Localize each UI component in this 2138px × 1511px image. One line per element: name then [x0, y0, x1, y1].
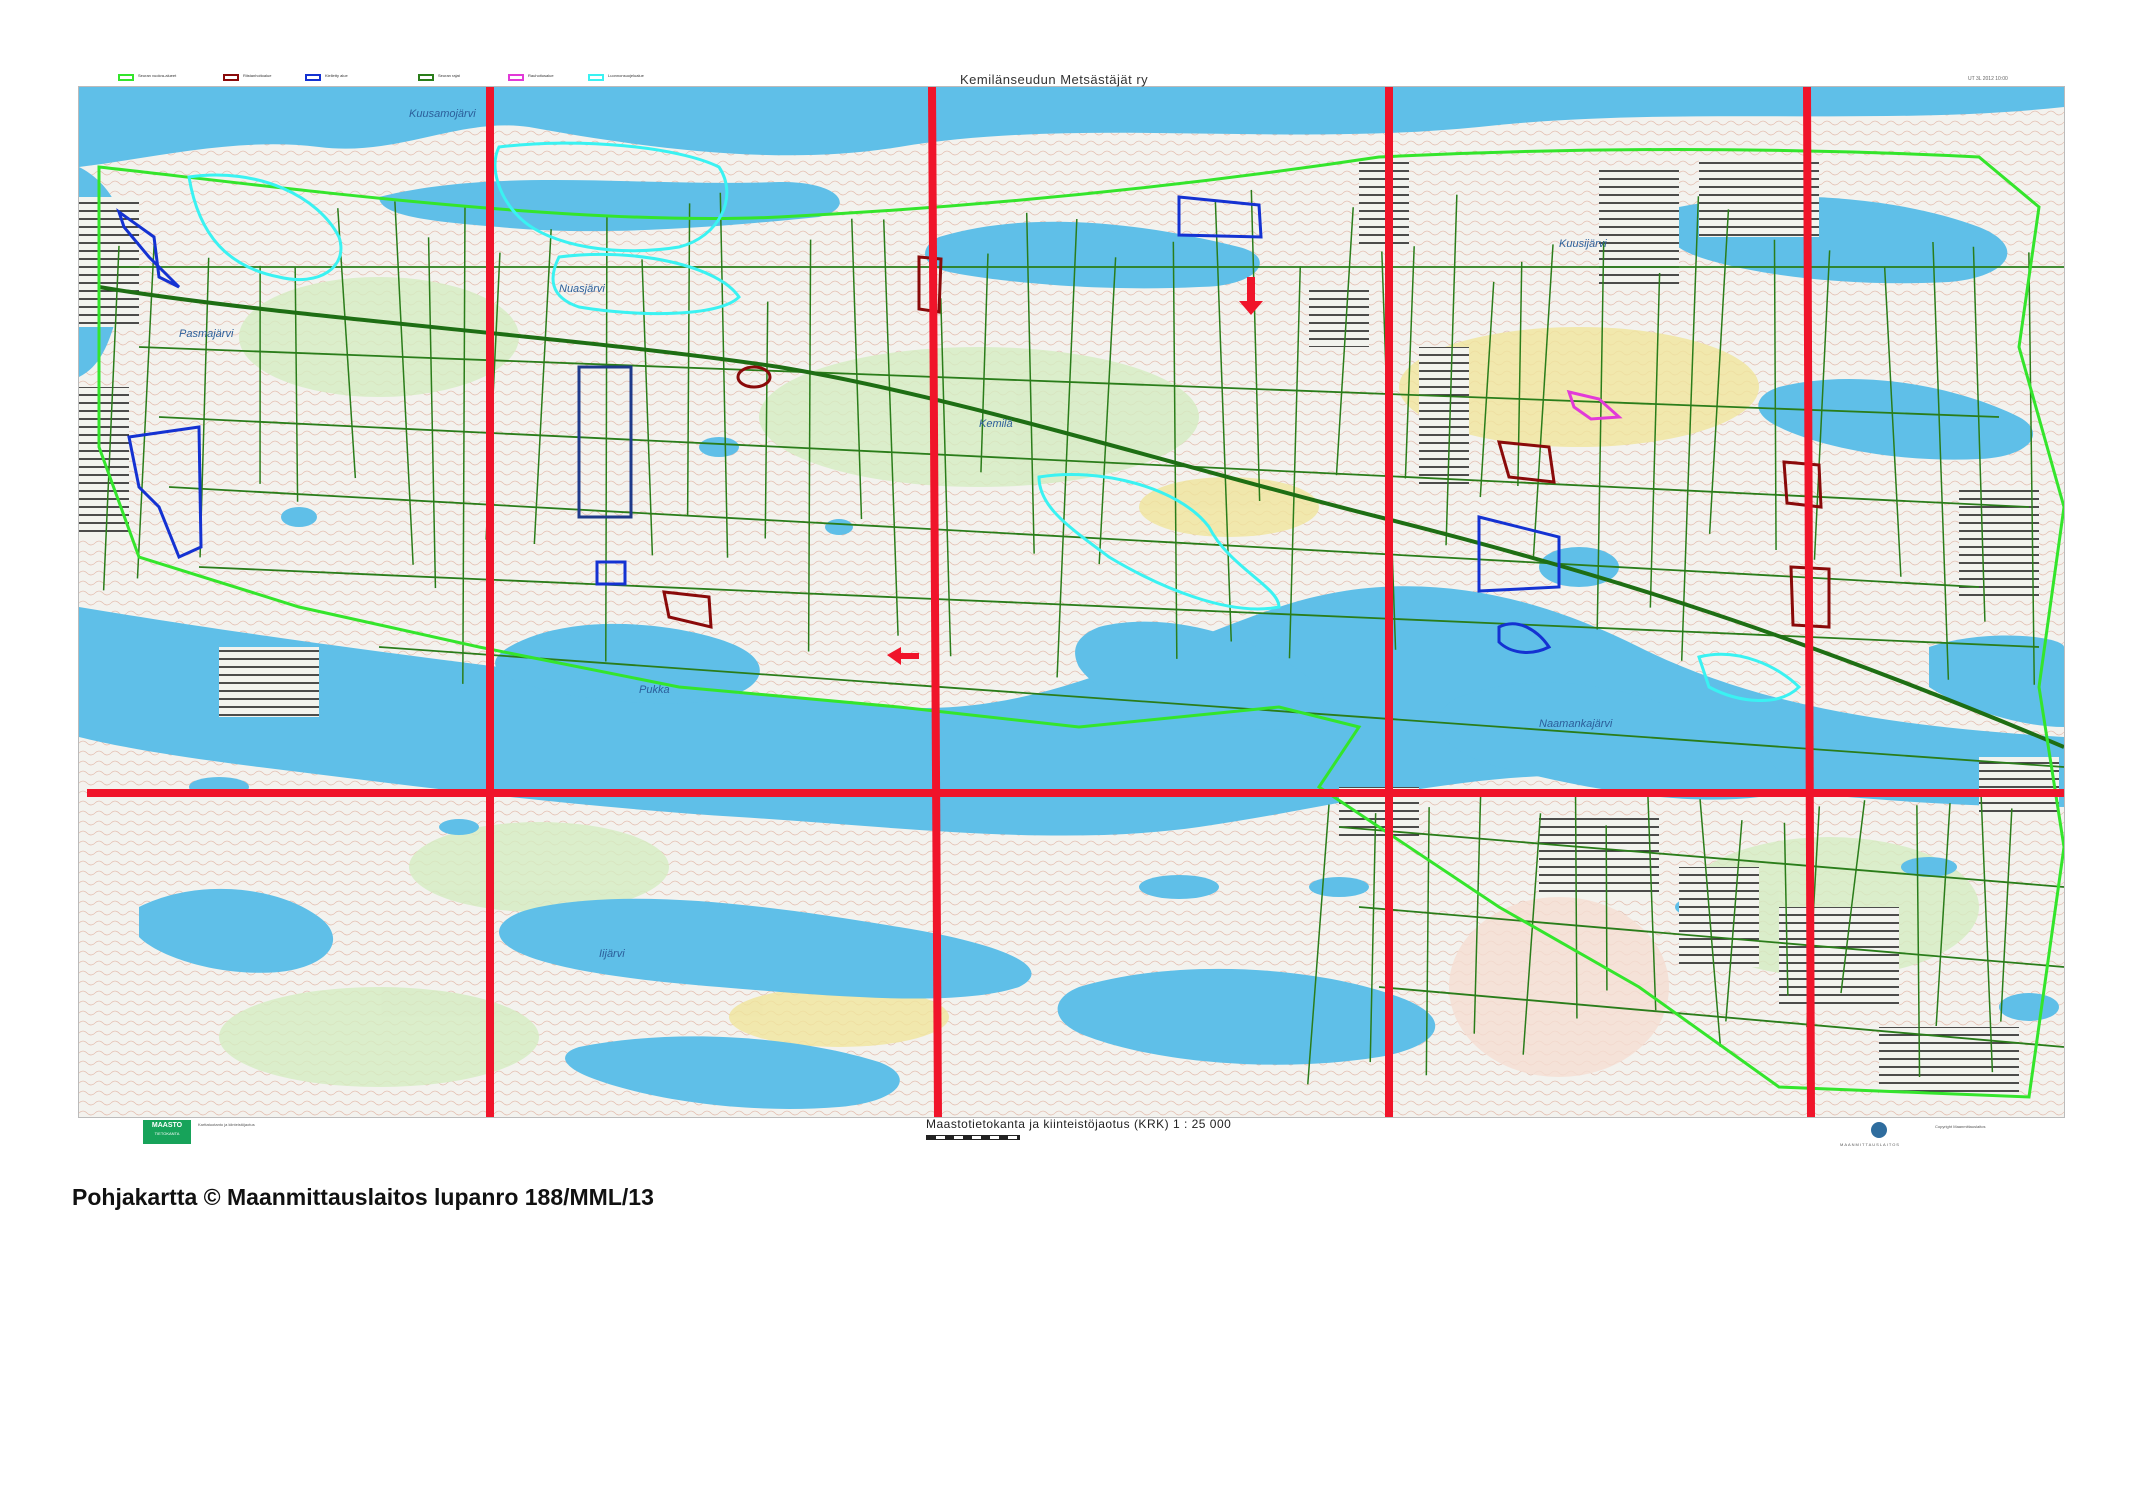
- maasto-logo-sub: TIETOKANTA: [154, 1131, 180, 1136]
- sheet-id: UT 3L 2012 10:00: [1968, 76, 2008, 82]
- legend-label: Kielletty alue: [325, 73, 348, 78]
- footer-note: Karttatuotanto ja kiinteistöjaotus: [198, 1122, 255, 1127]
- mml-text: MAANMITTAUSLAITOS: [1840, 1142, 1900, 1147]
- map-frame[interactable]: Kuusamojärvi Nuasjärvi Naamankajärvi Iijärv…: [78, 86, 2065, 1118]
- legend-label: Seuran rajat: [438, 73, 460, 78]
- maasto-logo-text: MAASTO: [151, 1122, 183, 1129]
- mml-logo-icon: [1871, 1122, 1887, 1138]
- copyright-caption: Pohjakartta © Maanmittauslaitos lupanro …: [72, 1184, 654, 1210]
- parcel-line: [1605, 825, 1608, 991]
- maasto-logo: MAASTO TIETOKANTA: [143, 1120, 191, 1144]
- legend-swatch: [418, 74, 434, 81]
- scale-bar: [926, 1135, 1020, 1140]
- map-canvas[interactable]: Kuusamojärvi Nuasjärvi Naamankajärvi Iijärv…: [79, 87, 2064, 1117]
- place-label: Nuasjärvi: [559, 283, 605, 295]
- place-label: Iijärvi: [599, 948, 625, 960]
- place-label: Pukka: [639, 684, 670, 696]
- map-title: Kemilänseudun Metsästäjät ry: [960, 72, 1149, 87]
- legend-label: Seuran vuokra-alueet: [138, 73, 177, 78]
- legend-label: Riistanhoitoalue: [243, 73, 272, 78]
- legend-label: Luonnonsuojelualue: [608, 73, 644, 78]
- legend-swatch: [118, 74, 134, 81]
- place-label: Kemilä: [979, 418, 1013, 430]
- legend-swatch: [305, 74, 321, 81]
- place-label: Pasmajärvi: [179, 328, 234, 340]
- place-label: Kuusamojärvi: [409, 108, 476, 120]
- legend-swatch: [508, 74, 524, 81]
- scale-text: Maastotietokanta ja kiinteistöjaotus (KR…: [926, 1117, 1232, 1131]
- legend-label: Rauhoitusalue: [528, 73, 554, 78]
- copyright-small: Copyright Maanmittauslaitos: [1935, 1124, 1986, 1129]
- place-label: Kuusijärvi: [1559, 238, 1607, 250]
- legend-swatch: [223, 74, 239, 81]
- place-label: Naamankajärvi: [1539, 718, 1613, 730]
- legend-swatch: [588, 74, 604, 81]
